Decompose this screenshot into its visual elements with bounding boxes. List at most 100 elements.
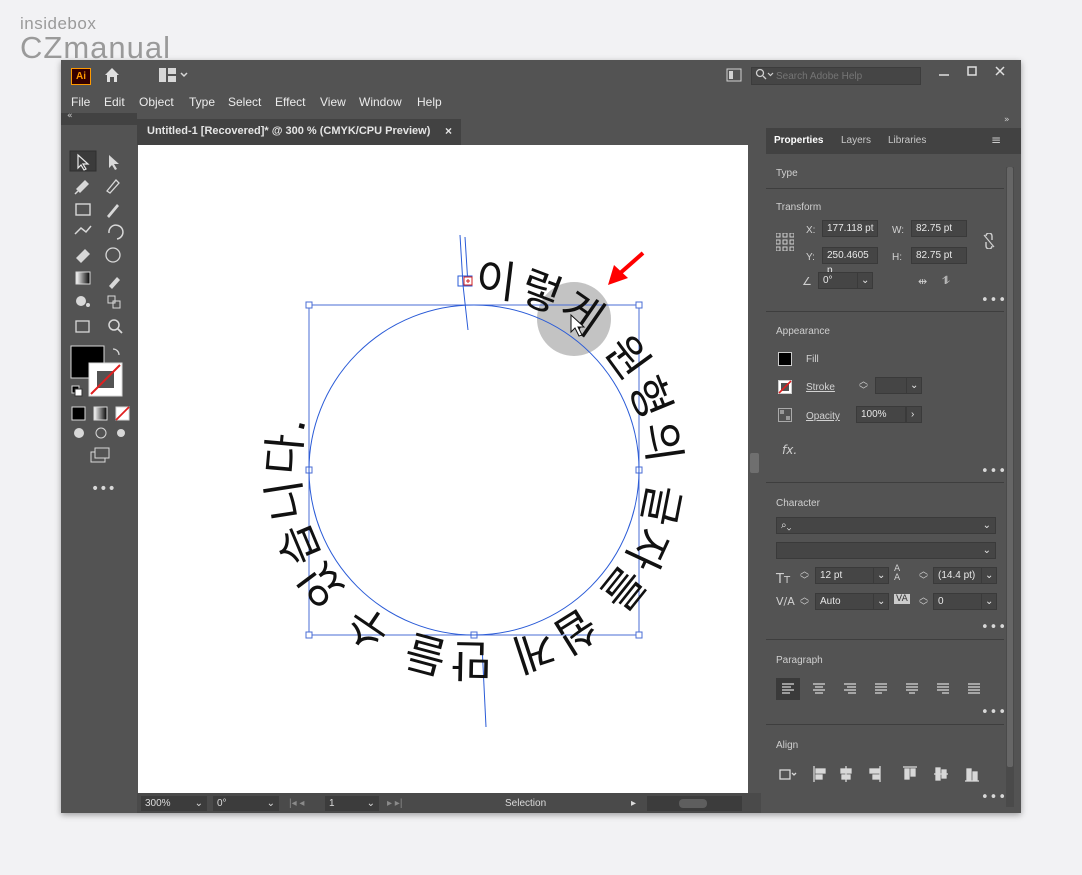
- document-tab[interactable]: Untitled-1 [Recovered]* @ 300 % (CMYK/CP…: [137, 119, 461, 145]
- stroke-dropdown[interactable]: ⌄: [906, 377, 922, 394]
- kerning-dropdown[interactable]: ⌄: [873, 593, 889, 610]
- minimize-button[interactable]: [931, 64, 957, 82]
- x-field[interactable]: 177.118 pt: [822, 220, 878, 237]
- tools-panel-header[interactable]: «: [61, 111, 137, 125]
- font-style-field[interactable]: ⌄: [776, 542, 996, 559]
- artboard-field[interactable]: 1 ⌄: [325, 796, 379, 811]
- play-icon[interactable]: ▸: [631, 796, 636, 811]
- menu-window[interactable]: Window: [359, 95, 402, 109]
- flip-horizontal-icon[interactable]: ⇹: [918, 275, 927, 288]
- path-text[interactable]: 이렇게 원형의 글자를 쉽게 만들 수 있습니다.: [258, 254, 690, 685]
- y-field[interactable]: 250.4605 p: [822, 247, 878, 276]
- properties-panel: » Properties Layers Libraries ≡ Type Tra…: [766, 113, 1021, 813]
- illustrator-window: Ai File Edit Object Type Sel: [61, 60, 1021, 813]
- search-icon: [755, 68, 775, 87]
- kerning-icon: V/A: [776, 595, 795, 608]
- last-artboard-icon[interactable]: ▸ ▸|: [387, 796, 402, 811]
- constrain-proportions-icon[interactable]: [981, 233, 997, 249]
- chevron-down-icon: ⌄: [982, 520, 991, 531]
- h-label: H:: [892, 252, 902, 263]
- menu-type[interactable]: Type: [189, 95, 215, 109]
- menu-select[interactable]: Select: [228, 95, 261, 109]
- rotate-field[interactable]: 0°: [818, 272, 858, 289]
- tab-properties[interactable]: Properties: [774, 135, 823, 146]
- character-title: Character: [776, 498, 820, 509]
- menu-effect[interactable]: Effect: [275, 95, 305, 109]
- stroke-swatch[interactable]: [778, 380, 792, 394]
- type-label: Type: [776, 168, 798, 179]
- home-icon[interactable]: [103, 66, 121, 88]
- align-object-buttons[interactable]: [776, 763, 996, 785]
- artboard-value: 1: [329, 798, 335, 809]
- panel-tabs: Properties Layers Libraries ≡: [766, 128, 1021, 154]
- reference-point-icon[interactable]: [776, 233, 794, 251]
- tracking-field[interactable]: 0: [933, 593, 983, 610]
- more-options-icon[interactable]: •••: [981, 620, 1007, 635]
- first-artboard-icon[interactable]: |◂ ◂: [289, 796, 304, 811]
- tracking-icon: VA: [894, 594, 910, 604]
- font-size-field[interactable]: 12 pt: [815, 567, 875, 584]
- opacity-expand[interactable]: ›: [906, 406, 922, 423]
- font-size-dropdown[interactable]: ⌄: [873, 567, 889, 584]
- more-options-icon[interactable]: •••: [981, 464, 1007, 479]
- horizontal-scroll-thumb[interactable]: [679, 799, 707, 808]
- tab-layers[interactable]: Layers: [841, 135, 871, 146]
- vertical-scroll-thumb[interactable]: [750, 453, 759, 473]
- chevron-down-icon: ⌄: [266, 798, 275, 809]
- document-area: Untitled-1 [Recovered]* @ 300 % (CMYK/CP…: [137, 113, 761, 813]
- more-options-icon[interactable]: •••: [981, 705, 1007, 720]
- more-options-icon[interactable]: •••: [981, 790, 1007, 805]
- kerning-stepper[interactable]: ︿ ﹀: [800, 594, 809, 612]
- panel-collapse-icon[interactable]: »: [1004, 115, 1010, 125]
- menu-file[interactable]: File: [71, 95, 90, 109]
- arrange-documents-icon[interactable]: [726, 68, 742, 86]
- stroke-label[interactable]: Stroke: [806, 382, 835, 393]
- stroke-stepper[interactable]: ︿ ﹀: [859, 378, 868, 396]
- workspace-icon[interactable]: [159, 68, 189, 86]
- opacity-label[interactable]: Opacity: [806, 411, 840, 422]
- paragraph-align-buttons[interactable]: [776, 678, 991, 700]
- search-box[interactable]: [751, 67, 921, 85]
- fx-icon[interactable]: fx.: [782, 443, 797, 457]
- font-family-field[interactable]: ⌕⌄ ⌄: [776, 517, 996, 534]
- tracking-stepper[interactable]: ︿ ﹀: [919, 594, 928, 612]
- status-bar: 300% ⌄ 0° ⌄ |◂ ◂ 1 ⌄ ▸ ▸| Selection ▸: [137, 793, 761, 813]
- tracking-dropdown[interactable]: ⌄: [981, 593, 997, 610]
- rotate-dropdown[interactable]: ⌄: [857, 272, 873, 289]
- leading-stepper[interactable]: ︿ ﹀: [919, 568, 928, 586]
- fill-swatch[interactable]: [778, 352, 792, 366]
- tab-libraries[interactable]: Libraries: [888, 135, 926, 146]
- zoom-field[interactable]: 300% ⌄: [141, 796, 207, 811]
- menu-edit[interactable]: Edit: [104, 95, 125, 109]
- leading-dropdown[interactable]: ⌄: [981, 567, 997, 584]
- path-type-artwork[interactable]: 이렇게 원형의 글자를 쉽게 만들 수 있습니다.: [138, 145, 748, 793]
- font-size-stepper[interactable]: ︿ ﹀: [800, 568, 809, 586]
- fill-label: Fill: [806, 354, 819, 365]
- leading-field[interactable]: (14.4 pt): [933, 567, 983, 584]
- circular-path: [308, 304, 640, 636]
- flip-vertical-icon[interactable]: ⥮: [942, 274, 950, 288]
- stroke-weight-field[interactable]: [875, 377, 907, 394]
- more-options-icon[interactable]: •••: [981, 293, 1007, 308]
- menu-view[interactable]: View: [320, 95, 346, 109]
- search-input[interactable]: [776, 69, 916, 83]
- artboard-canvas[interactable]: 이렇게 원형의 글자를 쉽게 만들 수 있습니다.: [138, 145, 748, 793]
- opacity-field[interactable]: 100%: [856, 406, 906, 423]
- close-window-button[interactable]: [987, 64, 1013, 82]
- kerning-field[interactable]: Auto: [815, 593, 875, 610]
- horizontal-scrollbar[interactable]: [647, 796, 742, 811]
- document-tab-close[interactable]: ×: [445, 124, 452, 138]
- watermark: insidebox CZmanual: [20, 14, 171, 63]
- restore-button[interactable]: [959, 64, 985, 82]
- tool-icons[interactable]: •••: [61, 131, 137, 571]
- rotation-field[interactable]: 0° ⌄: [213, 796, 279, 811]
- w-field[interactable]: 82.75 pt: [911, 220, 967, 237]
- panel-scrollbar[interactable]: [1006, 167, 1014, 807]
- app-logo: Ai: [71, 68, 91, 85]
- x-label: X:: [806, 225, 816, 236]
- font-size-icon: TT: [776, 572, 791, 587]
- h-field[interactable]: 82.75 pt: [911, 247, 967, 264]
- panel-menu-icon[interactable]: ≡: [991, 133, 1001, 147]
- menu-help[interactable]: Help: [417, 95, 442, 109]
- menu-object[interactable]: Object: [139, 95, 174, 109]
